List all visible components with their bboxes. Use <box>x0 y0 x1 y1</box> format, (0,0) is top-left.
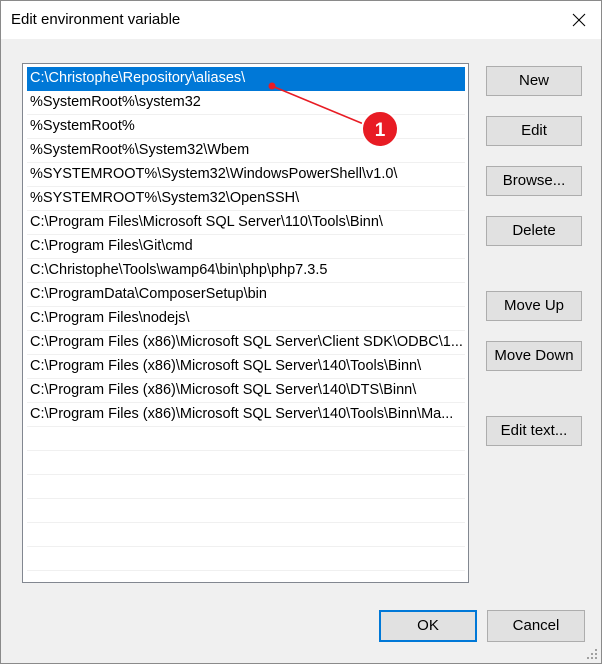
cancel-button[interactable]: Cancel <box>487 610 585 642</box>
path-list-item[interactable]: C:\Program Files (x86)\Microsoft SQL Ser… <box>27 355 465 379</box>
path-list-item[interactable]: C:\Program Files (x86)\Microsoft SQL Ser… <box>27 403 465 427</box>
title-bar[interactable]: Edit environment variable <box>1 1 601 39</box>
edit-text-button[interactable]: Edit text... <box>486 416 582 446</box>
path-list-item[interactable]: C:\Program Files (x86)\Microsoft SQL Ser… <box>27 379 465 403</box>
path-list-item[interactable]: %SystemRoot%\System32\Wbem <box>27 139 465 163</box>
path-list-item[interactable]: C:\Program Files\Microsoft SQL Server\11… <box>27 211 465 235</box>
move-down-button[interactable]: Move Down <box>486 341 582 371</box>
path-list-item[interactable]: C:\Christophe\Repository\aliases\ <box>27 67 465 91</box>
path-list-empty-row[interactable] <box>27 499 465 523</box>
path-list-empty-row[interactable] <box>27 451 465 475</box>
path-list-empty-row[interactable] <box>27 547 465 571</box>
path-list-item[interactable]: C:\ProgramData\ComposerSetup\bin <box>27 283 465 307</box>
path-list-empty-row[interactable] <box>27 475 465 499</box>
path-list-item[interactable]: C:\Christophe\Tools\wamp64\bin\php\php7.… <box>27 259 465 283</box>
delete-button[interactable]: Delete <box>486 216 582 246</box>
move-up-button[interactable]: Move Up <box>486 291 582 321</box>
path-list-empty-row[interactable] <box>27 523 465 547</box>
ok-button[interactable]: OK <box>379 610 477 642</box>
path-list-item[interactable]: %SystemRoot% <box>27 115 465 139</box>
path-list-item[interactable]: %SYSTEMROOT%\System32\WindowsPowerShell\… <box>27 163 465 187</box>
close-button[interactable] <box>563 5 595 35</box>
new-button[interactable]: New <box>486 66 582 96</box>
edit-button[interactable]: Edit <box>486 116 582 146</box>
window-title: Edit environment variable <box>11 11 181 28</box>
path-list-item[interactable]: C:\Program Files\nodejs\ <box>27 307 465 331</box>
path-list[interactable]: C:\Christophe\Repository\aliases\ %System… <box>22 63 469 583</box>
close-icon <box>572 13 586 27</box>
path-list-item[interactable]: C:\Program Files (x86)\Microsoft SQL Ser… <box>27 331 465 355</box>
path-list-item[interactable]: %SYSTEMROOT%\System32\OpenSSH\ <box>27 187 465 211</box>
path-list-empty-row[interactable] <box>27 427 465 451</box>
dialog-window: Edit environment variable C:\Christophe\… <box>0 0 602 664</box>
path-list-item[interactable]: C:\Program Files\Git\cmd <box>27 235 465 259</box>
browse-button[interactable]: Browse... <box>486 166 582 196</box>
resize-grip-icon[interactable] <box>586 648 598 660</box>
path-list-item[interactable]: %SystemRoot%\system32 <box>27 91 465 115</box>
